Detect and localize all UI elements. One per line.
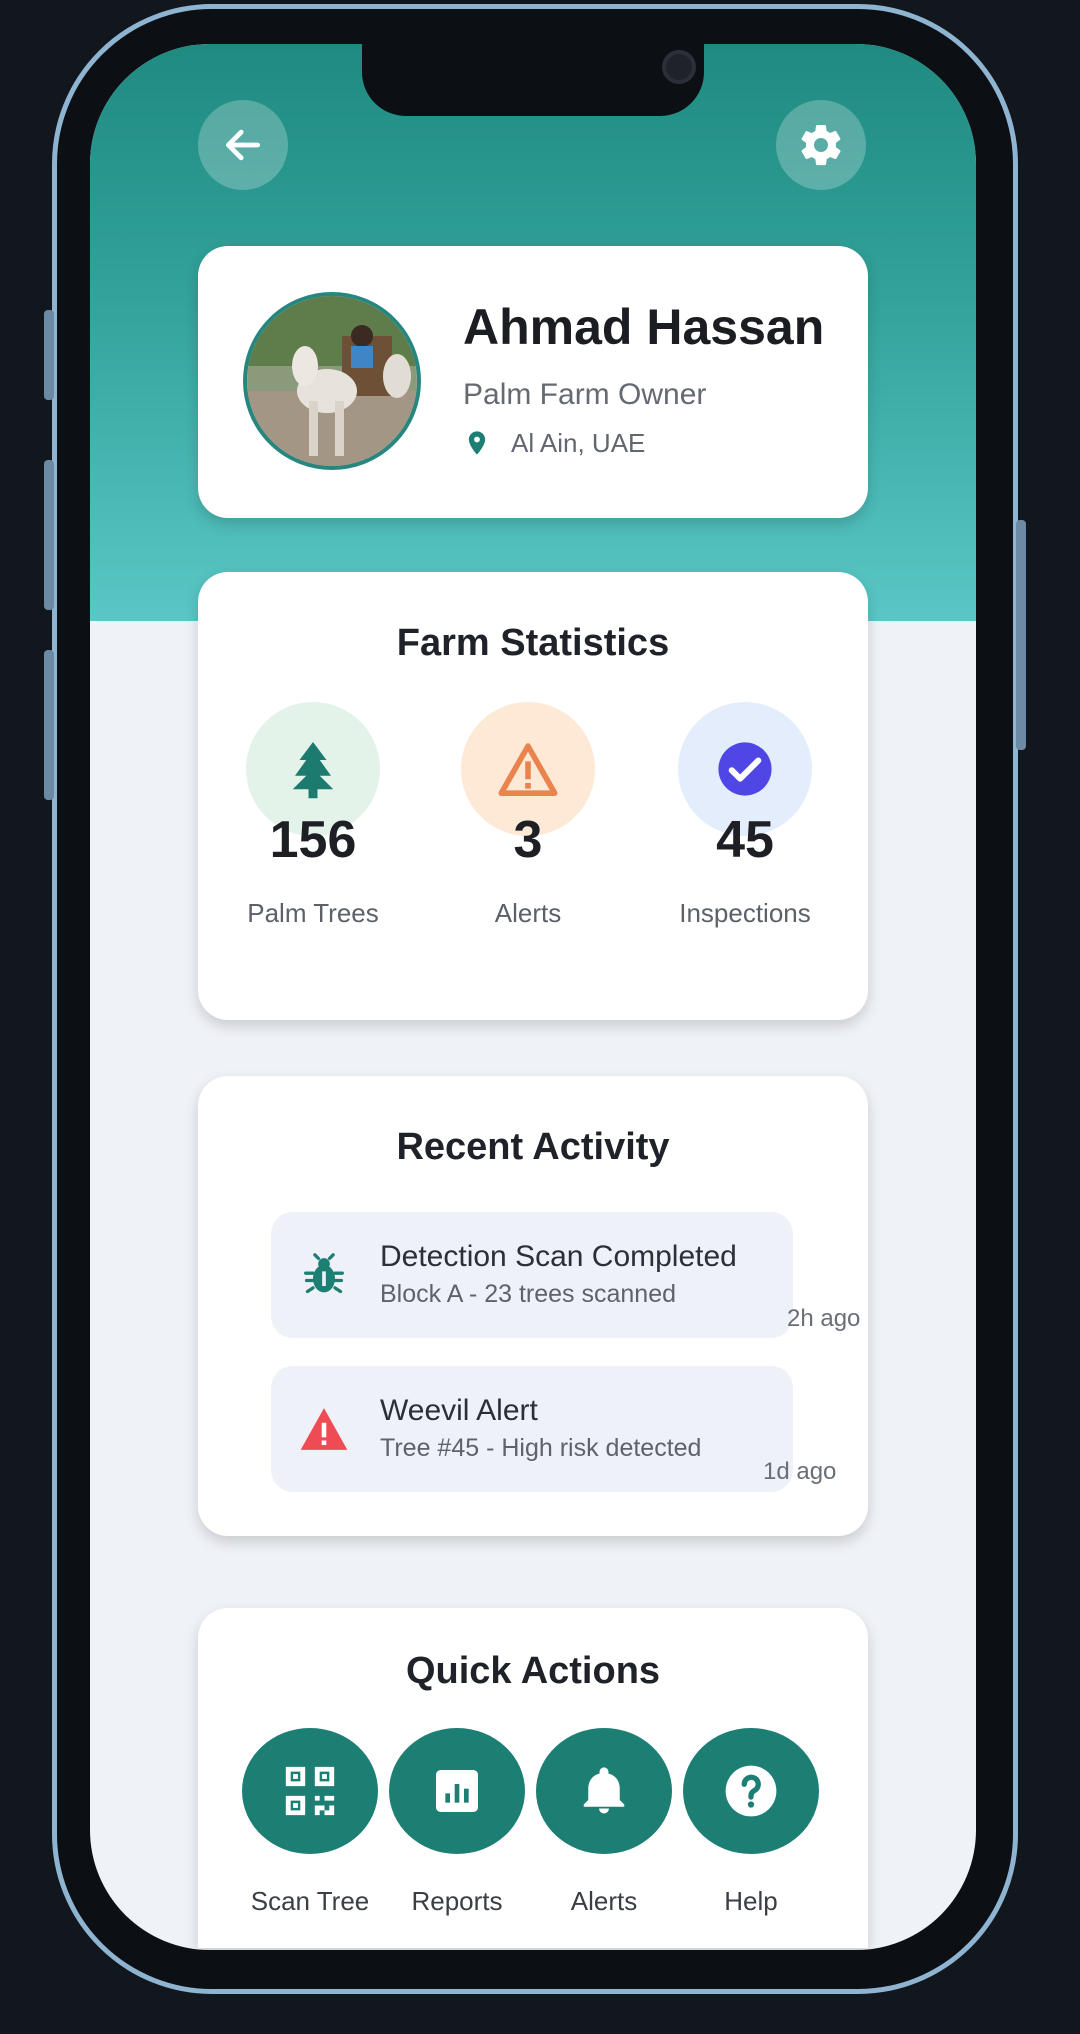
- qr-code-icon: [285, 1766, 335, 1816]
- gear-icon: [801, 124, 841, 166]
- phone-notch: [362, 44, 704, 116]
- location-text: Al Ain, UAE: [511, 427, 646, 458]
- location-pin-icon: [468, 431, 486, 455]
- quick-actions-title: Quick Actions: [405, 1650, 661, 1692]
- scan-tree-button[interactable]: [242, 1728, 378, 1854]
- recent-activity-title: Recent Activity: [396, 1126, 670, 1168]
- alerts-label: Alerts: [494, 898, 562, 928]
- help-label: Help: [724, 1886, 778, 1916]
- alert-triangle-icon: [299, 1404, 349, 1454]
- phone-side-button: [44, 460, 54, 610]
- farm-statistics-title: Farm Statistics: [396, 622, 670, 664]
- quick-actions-card: Quick Actions Scan Tree Reports Alerts H…: [198, 1608, 868, 1948]
- warning-icon: [498, 743, 558, 796]
- alerts-action-label: Alerts: [570, 1886, 638, 1916]
- chart-icon: [436, 1770, 478, 1812]
- inspections-value: 45: [716, 811, 774, 869]
- activity-subtitle: Tree #45 - High risk detected: [380, 1434, 702, 1462]
- alerts-value: 3: [513, 811, 543, 869]
- camera-icon: [662, 50, 696, 84]
- activity-item[interactable]: Detection Scan Completed Block A - 23 tr…: [271, 1212, 793, 1338]
- palm-trees-label: Palm Trees: [247, 898, 379, 928]
- bug-icon: [299, 1250, 349, 1300]
- activity-item[interactable]: Weevil Alert Tree #45 - High risk detect…: [271, 1366, 793, 1492]
- profile-name: Ahmad Hassan: [463, 299, 825, 355]
- activity-title: Weevil Alert: [380, 1394, 538, 1427]
- reports-button[interactable]: [389, 1728, 525, 1854]
- phone-side-button: [44, 650, 54, 800]
- activity-subtitle: Block A - 23 trees scanned: [380, 1280, 677, 1308]
- activity-time: 2h ago: [787, 1305, 861, 1332]
- tree-icon: [292, 742, 334, 799]
- phone-side-button: [44, 310, 54, 400]
- bell-icon: [583, 1767, 625, 1814]
- help-button[interactable]: [683, 1728, 819, 1854]
- reports-label: Reports: [411, 1886, 503, 1916]
- activity-time: 1d ago: [763, 1458, 837, 1485]
- app-screen: Ahmad Hassan Palm Farm Owner Al Ain, UAE…: [90, 44, 976, 1950]
- back-button[interactable]: [198, 100, 288, 190]
- avatar-photo: [247, 296, 417, 466]
- profile-role: Palm Farm Owner: [463, 378, 707, 411]
- recent-activity-card: Recent Activity Detection Scan Completed…: [198, 1076, 868, 1536]
- inspections-label: Inspections: [679, 898, 811, 928]
- profile-location: Al Ain, UAE: [463, 427, 645, 459]
- alerts-button[interactable]: [536, 1728, 672, 1854]
- scan-tree-label: Scan Tree: [250, 1886, 370, 1916]
- palm-trees-value: 156: [269, 811, 357, 869]
- check-circle-icon: [718, 742, 772, 796]
- arrow-left-icon: [225, 129, 261, 161]
- activity-title: Detection Scan Completed: [380, 1240, 737, 1273]
- profile-card: Ahmad Hassan Palm Farm Owner Al Ain, UAE: [198, 246, 868, 518]
- phone-side-button: [1016, 520, 1026, 750]
- settings-button[interactable]: [776, 100, 866, 190]
- help-icon: [725, 1765, 777, 1817]
- avatar[interactable]: [243, 292, 421, 470]
- farm-statistics-card: Farm Statistics 156 Palm Trees 3 Alerts …: [198, 572, 868, 1020]
